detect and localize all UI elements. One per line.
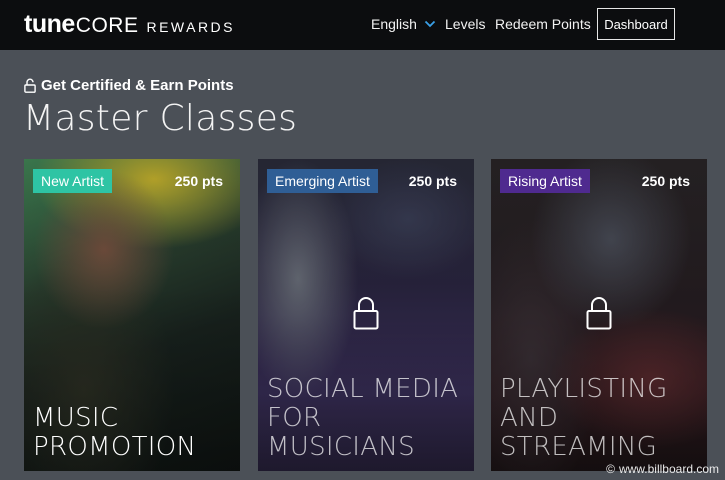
brand-logo[interactable]: tune CORE REWARDS: [24, 10, 235, 39]
page-title: Master Classes: [23, 98, 298, 139]
course-title-line: MUSIC: [33, 403, 119, 433]
course-title: SOCIAL MEDIA FOR MUSICIANS: [267, 375, 472, 462]
lock-icon: [586, 297, 612, 330]
nav-redeem-points-link[interactable]: Redeem Points: [495, 16, 591, 32]
course-title-line: PROMOTION: [33, 432, 197, 462]
course-card-music-promotion[interactable]: New Artist 250 pts MUSIC PROMOTION: [24, 159, 240, 471]
language-selector[interactable]: English: [371, 16, 436, 32]
course-title-line: PLAYLISTING: [500, 374, 668, 404]
points-label: 250 pts: [408, 173, 457, 189]
language-label: English: [371, 16, 417, 32]
nav-levels-link[interactable]: Levels: [445, 16, 485, 32]
course-title: MUSIC PROMOTION: [33, 404, 238, 462]
copyright-icon: ©: [606, 462, 615, 476]
unlock-icon: [24, 78, 36, 93]
section-eyebrow: Get Certified & Earn Points: [24, 77, 234, 94]
dashboard-button[interactable]: Dashboard: [597, 8, 675, 40]
image-watermark: © www.billboard.com: [606, 462, 719, 476]
points-label: 250 pts: [641, 173, 690, 189]
brand-logo-tune: tune: [24, 10, 75, 38]
level-badge: New Artist: [33, 169, 113, 193]
chevron-down-icon: [424, 20, 436, 28]
level-badge: Emerging Artist: [267, 169, 378, 193]
top-navbar: tune CORE REWARDS English Levels Redeem …: [0, 0, 725, 50]
course-title-line: STREAMING: [500, 432, 658, 462]
watermark-text: www.billboard.com: [618, 462, 719, 476]
course-title: PLAYLISTING AND STREAMING: [500, 375, 705, 462]
section-eyebrow-text: Get Certified & Earn Points: [41, 77, 234, 94]
level-badge: Rising Artist: [500, 169, 590, 193]
course-card-social-media[interactable]: Emerging Artist 250 pts SOCIAL MEDIA FOR…: [258, 159, 474, 471]
course-title-line: MUSICIANS: [267, 432, 415, 462]
brand-logo-rewards: REWARDS: [146, 19, 236, 35]
course-title-line: FOR: [267, 403, 322, 433]
brand-logo-core: CORE: [75, 14, 139, 37]
course-title-line: SOCIAL MEDIA: [267, 374, 459, 404]
points-label: 250 pts: [174, 173, 223, 189]
course-card-playlisting[interactable]: Rising Artist 250 pts PLAYLISTING AND ST…: [491, 159, 707, 471]
lock-icon: [353, 297, 379, 330]
course-title-line: AND: [500, 403, 559, 433]
